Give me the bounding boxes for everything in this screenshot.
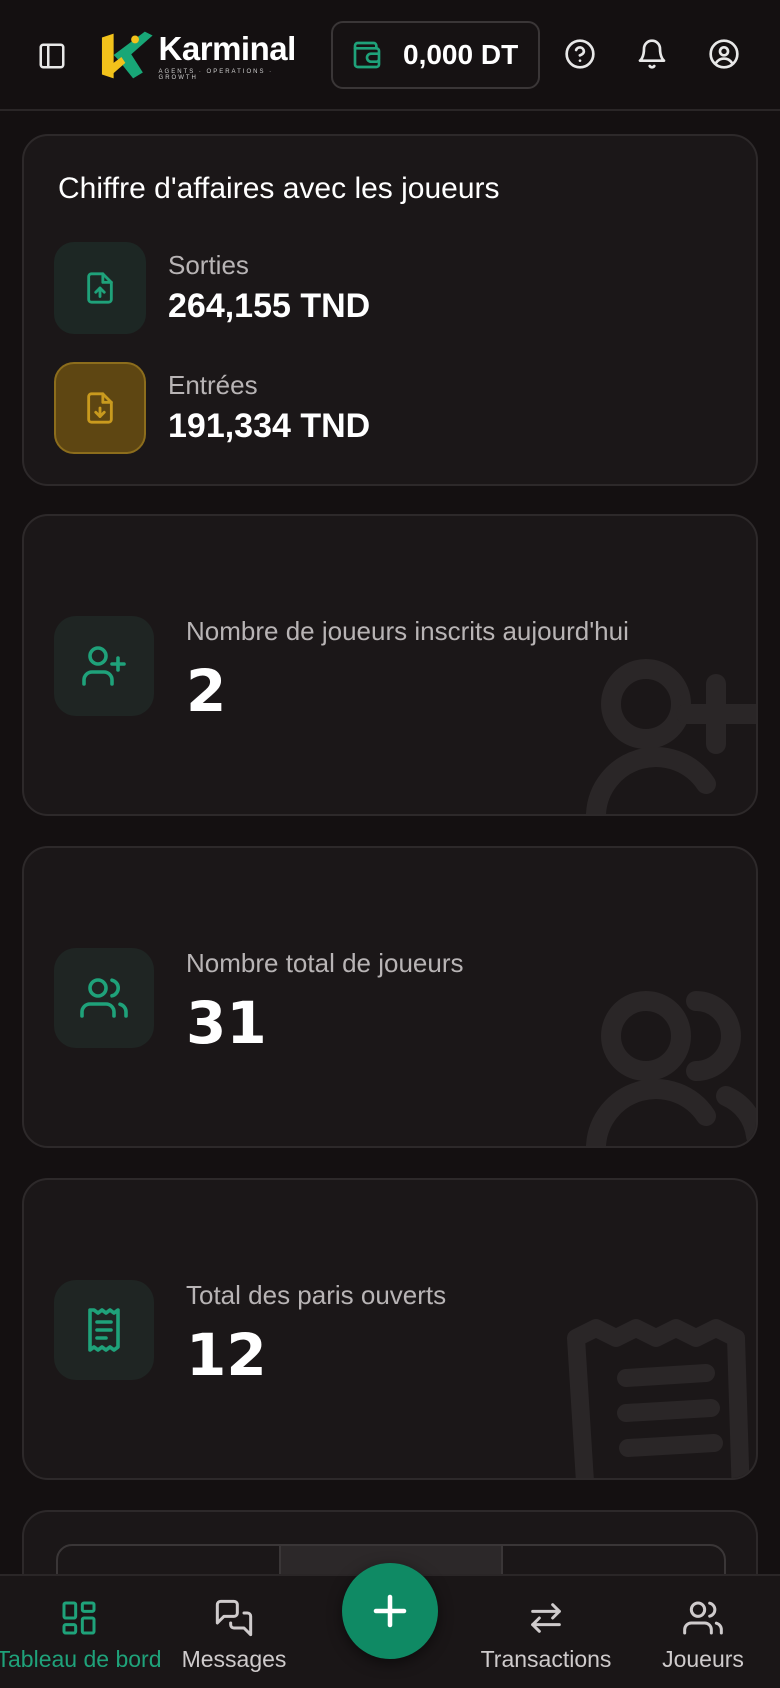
help-button[interactable] [560,34,600,74]
total-players-card[interactable]: Nombre total de joueurs 31 [22,846,758,1148]
stat-value: 12 [186,1321,267,1389]
nav-messages[interactable]: Messages [174,1576,294,1688]
revenue-card-title: Chiffre d'affaires avec les joueurs [58,172,500,205]
sidebar-toggle-icon [39,43,65,69]
wallet-balance-button[interactable]: 0,000 DT [331,21,540,89]
revenue-incoming-row: Entrées 191,334 TND [54,362,370,454]
nav-dashboard[interactable]: Tableau de bord [0,1576,162,1688]
profile-button[interactable] [704,34,744,74]
stat-value: 2 [186,657,227,725]
nav-label: Messages [181,1646,287,1672]
nav-players[interactable]: Joueurs [650,1576,756,1688]
nav-label: Joueurs [662,1646,744,1672]
brand-logo-icon [101,31,153,79]
incoming-value: 191,334 TND [168,407,371,445]
stat-label: Nombre de joueurs inscrits aujourd'hui [186,616,629,646]
brand-name: Karminal [158,29,297,67]
bell-icon [638,39,666,69]
file-download-icon [54,362,146,454]
user-icon [709,39,739,69]
revenue-card: Chiffre d'affaires avec les joueurs Sort… [22,134,758,486]
wallet-icon [353,41,381,69]
sidebar-toggle-button[interactable] [30,36,74,76]
file-upload-icon [54,242,146,334]
wallet-amount: 0,000 DT [403,39,519,70]
brand-tagline: AGENTS · OPERATIONS · GROWTH [158,68,274,81]
brand-logo[interactable]: Karminal AGENTS · OPERATIONS · GROWTH [100,26,312,86]
stat-label: Total des paris ouverts [186,1280,447,1310]
help-icon [565,39,595,69]
top-bar: Karminal AGENTS · OPERATIONS · GROWTH 0,… [0,0,780,111]
outgoing-label: Sorties [168,250,249,280]
add-button[interactable] [342,1563,438,1659]
users-icon [683,1601,723,1635]
notifications-button[interactable] [632,34,672,74]
transfer-icon [531,1603,561,1633]
stat-value: 31 [186,989,267,1057]
users-watermark-icon [586,991,756,1146]
users-icon [54,948,154,1048]
revenue-outgoing-row: Sorties 264,155 TND [54,242,370,334]
messages-icon [215,1599,253,1637]
nav-label: Tableau de bord [0,1646,162,1672]
nav-transactions[interactable]: Transactions [476,1576,616,1688]
dashboard-icon [62,1601,96,1635]
receipt-watermark-icon [567,1319,750,1478]
players-registered-today-card[interactable]: Nombre de joueurs inscrits aujourd'hui 2 [22,514,758,816]
receipt-icon [54,1280,154,1380]
incoming-label: Entrées [168,370,258,400]
user-plus-icon [54,616,154,716]
stat-label: Nombre total de joueurs [186,948,464,978]
outgoing-value: 264,155 TND [168,287,371,325]
open-bets-card[interactable]: Total des paris ouverts 12 [22,1178,758,1480]
nav-label: Transactions [480,1646,612,1672]
plus-icon [373,1594,407,1628]
